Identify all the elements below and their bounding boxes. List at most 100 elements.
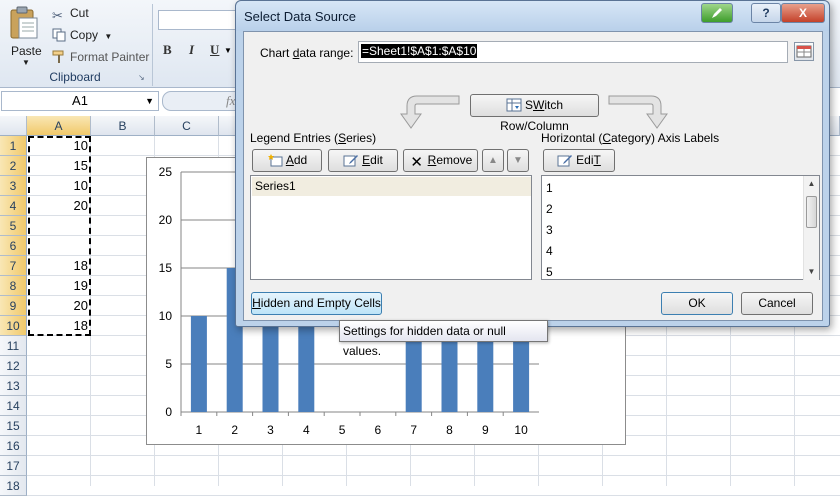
bar (190, 316, 207, 412)
x-tick-label: 8 (446, 423, 453, 437)
select-all-corner[interactable] (0, 116, 27, 136)
axis-labels-list[interactable]: 1 2 3 4 5 ▲ ▼ (541, 175, 820, 280)
y-tick-label: 5 (165, 357, 172, 371)
row-header-6[interactable]: 6 (0, 236, 27, 256)
copy-icon (52, 28, 66, 42)
format-painter-button[interactable]: Format Painter (52, 50, 149, 64)
row-header-3[interactable]: 3 (0, 176, 27, 196)
x-tick-label: 9 (482, 423, 489, 437)
scroll-thumb[interactable] (806, 196, 817, 228)
row-header-18[interactable]: 18 (0, 476, 27, 496)
switch-row-column-button[interactable]: SWitch Row/Column (470, 94, 599, 133)
row-header-9[interactable]: 9 (0, 296, 27, 316)
axis-label-pre: Horizontal ( (541, 131, 603, 145)
edit-axis-labels-button[interactable]: EdiT (543, 149, 615, 172)
edit-axis-icon (557, 155, 573, 167)
close-button[interactable]: X (781, 3, 825, 23)
green-titlebar-button[interactable] (701, 3, 733, 23)
scroll-down-icon[interactable]: ▼ (804, 264, 819, 280)
axis-label-post: ategory) Axis Labels (611, 131, 720, 145)
remove-btn-key: R (427, 153, 437, 167)
add-series-button[interactable]: Add (252, 149, 322, 172)
axis-edit-key: T (593, 153, 601, 167)
underline-dropdown-icon[interactable]: ▼ (224, 46, 232, 55)
chart-data-range-input[interactable]: =Sheet1!$A$1:$A$10 (358, 41, 788, 63)
copy-button[interactable]: Copy ▼ (52, 28, 112, 42)
fx-icon[interactable]: fx (226, 93, 235, 109)
clipboard-group-label: Clipboard (49, 70, 101, 84)
row-header-7[interactable]: 7 (0, 256, 27, 276)
y-tick-label: 25 (159, 165, 173, 179)
row-header-8[interactable]: 8 (0, 276, 27, 296)
dialog-launcher-icon[interactable]: ↘ (138, 73, 145, 82)
legend-series-list[interactable]: Series1 (250, 175, 532, 280)
series-list-item[interactable]: Series1 (252, 177, 531, 196)
move-down-button[interactable]: ▼ (507, 149, 529, 172)
edit-series-button[interactable]: Edit (328, 149, 398, 172)
ok-button[interactable]: OK (661, 292, 733, 315)
bold-button[interactable]: B (163, 42, 172, 58)
name-box[interactable]: A1 ▼ (1, 91, 159, 111)
row-header-17[interactable]: 17 (0, 456, 27, 476)
column-header-a[interactable]: A (27, 116, 91, 136)
font-name-box[interactable] (158, 10, 246, 30)
scroll-up-icon[interactable]: ▲ (804, 176, 819, 192)
range-label-pre: Chart (260, 46, 293, 60)
remove-series-button[interactable]: ✕ Remove (403, 149, 478, 172)
copy-label: Copy (70, 28, 99, 42)
axis-list-scrollbar[interactable]: ▲ ▼ (803, 176, 819, 280)
axis-edit-pre: Edi (576, 153, 594, 167)
range-select-icon (796, 45, 812, 58)
dialog-titlebar[interactable]: Select Data Source ? X (236, 1, 829, 31)
cut-button[interactable]: ✂ Cut (52, 6, 89, 23)
name-box-dropdown-icon[interactable]: ▼ (145, 92, 154, 110)
row-header-16[interactable]: 16 (0, 436, 27, 456)
row-header-15[interactable]: 15 (0, 416, 27, 436)
remove-btn-post: emove (436, 153, 473, 167)
hidden-empty-cells-button[interactable]: Hidden and Empty Cells (251, 292, 382, 315)
row-header-4[interactable]: 4 (0, 196, 27, 216)
hidden-btn-post: idden and Empty Cells (260, 296, 381, 310)
collapse-dialog-button[interactable] (794, 42, 814, 61)
axis-list-item: 3 (546, 223, 553, 237)
column-header-c[interactable]: C (155, 116, 219, 136)
underline-button[interactable]: U (210, 42, 219, 58)
row-header-10[interactable]: 10 (0, 316, 27, 336)
move-down-icon: ▼ (513, 155, 523, 166)
select-data-source-dialog: Select Data Source ? X Chart data range:… (235, 0, 830, 327)
edit-icon (343, 155, 359, 167)
legend-label-key: S (338, 131, 347, 145)
move-up-button[interactable]: ▲ (482, 149, 504, 172)
bar (262, 316, 279, 412)
column-header-b[interactable]: B (91, 116, 155, 136)
name-box-value: A1 (72, 93, 88, 108)
row-header-2[interactable]: 2 (0, 156, 27, 176)
move-up-icon: ▲ (488, 155, 498, 166)
legend-label-pre: Legend Entries ( (250, 131, 339, 145)
axis-list-item: 5 (546, 265, 553, 279)
add-icon (267, 154, 283, 167)
copy-dropdown-icon[interactable]: ▼ (104, 32, 112, 41)
paste-button[interactable]: Paste ▼ (6, 4, 46, 67)
row-header-5[interactable]: 5 (0, 216, 27, 236)
help-button[interactable]: ? (751, 3, 781, 23)
row-header-11[interactable]: 11 (0, 336, 27, 356)
y-tick-label: 15 (159, 261, 173, 275)
italic-button[interactable]: I (189, 42, 194, 58)
row-header-12[interactable]: 12 (0, 356, 27, 376)
x-tick-label: 6 (375, 423, 382, 437)
row-header-14[interactable]: 14 (0, 396, 27, 416)
dialog-client-area: Chart data range: =Sheet1!$A$1:$A$10 SWi… (243, 31, 823, 321)
cancel-button[interactable]: Cancel (741, 292, 813, 315)
paste-dropdown-icon[interactable]: ▼ (22, 58, 30, 67)
row-header-13[interactable]: 13 (0, 376, 27, 396)
x-tick-label: 2 (231, 423, 238, 437)
add-btn-post: dd (293, 153, 308, 167)
x-tick-label: 10 (514, 423, 528, 437)
row-header-1[interactable]: 1 (0, 136, 27, 156)
right-curved-arrow-icon (608, 95, 668, 129)
add-btn-key: A (285, 153, 294, 167)
switch-icon (506, 98, 522, 112)
left-curved-arrow-icon (400, 95, 460, 129)
grid-line (27, 455, 840, 456)
